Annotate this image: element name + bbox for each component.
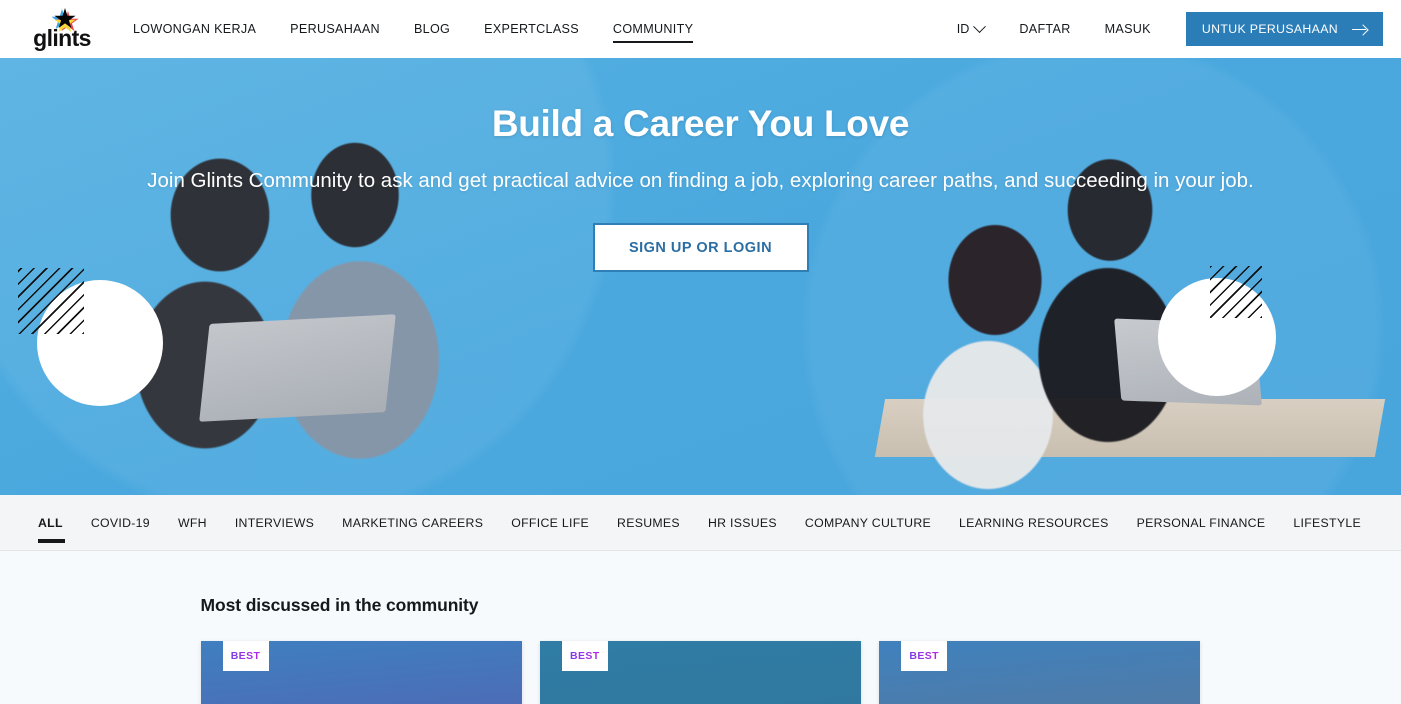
- best-badge: BEST: [222, 641, 269, 671]
- best-badge-label: BEST: [570, 650, 600, 662]
- hero-subtitle: Join Glints Community to ask and get pra…: [147, 169, 1254, 192]
- tab-office-life[interactable]: OFFICE LIFE: [497, 495, 603, 550]
- site-header: glints LOWONGAN KERJA PERUSAHAAN BLOG EX…: [0, 0, 1401, 58]
- best-badge: BEST: [901, 641, 948, 671]
- tab-learning-resources[interactable]: LEARNING RESOURCES: [945, 495, 1123, 550]
- decorative-hatch-top-right: [1210, 266, 1262, 318]
- tab-personal-finance[interactable]: PERSONAL FINANCE: [1123, 495, 1280, 550]
- tab-wfh[interactable]: WFH: [164, 495, 221, 550]
- tab-covid-19[interactable]: COVID-19: [77, 495, 164, 550]
- tab-lifestyle[interactable]: LIFESTYLE: [1279, 495, 1375, 550]
- arrow-right-icon: [1352, 25, 1367, 34]
- tab-company-culture[interactable]: COMPANY CULTURE: [791, 495, 945, 550]
- signup-or-login-button[interactable]: SIGN UP OR LOGIN: [592, 223, 809, 272]
- discussion-card[interactable]: BEST: [539, 641, 862, 704]
- best-badge: BEST: [561, 641, 608, 671]
- tab-resumes[interactable]: RESUMES: [603, 495, 694, 550]
- main-content: Most discussed in the community BEST BES…: [0, 551, 1401, 704]
- nav-item-expertclass[interactable]: EXPERTCLASS: [467, 0, 596, 58]
- section-title: Most discussed in the community: [200, 595, 479, 615]
- hero-banner: Build a Career You Love Join Glints Comm…: [0, 58, 1401, 495]
- discussion-card[interactable]: BEST: [200, 641, 522, 704]
- tab-interviews[interactable]: INTERVIEWS: [221, 495, 328, 550]
- login-link[interactable]: MASUK: [1088, 0, 1168, 58]
- best-badge-label: BEST: [909, 650, 939, 662]
- nav-item-lowongan-kerja[interactable]: LOWONGAN KERJA: [116, 0, 273, 58]
- hero-title: Build a Career You Love: [491, 103, 910, 144]
- language-label: ID: [956, 22, 970, 36]
- glints-logo[interactable]: glints: [30, 8, 94, 50]
- language-selector[interactable]: ID: [939, 19, 1003, 36]
- tab-marketing-careers[interactable]: MARKETING CAREERS: [328, 495, 497, 550]
- star-icon: [49, 8, 79, 33]
- discussion-card[interactable]: BEST: [879, 641, 1201, 704]
- header-actions: ID DAFTAR MASUK UNTUK PERUSAHAAN: [939, 0, 1383, 58]
- decorative-hatch-top-left: [18, 268, 84, 334]
- tab-all[interactable]: ALL: [30, 495, 77, 550]
- hero-content: Build a Career You Love Join Glints Comm…: [0, 58, 1401, 272]
- tab-hr-issues[interactable]: HR ISSUES: [694, 495, 791, 550]
- for-employers-button[interactable]: UNTUK PERUSAHAAN: [1185, 12, 1383, 46]
- chevron-down-icon: [973, 19, 987, 33]
- nav-item-blog[interactable]: BLOG: [397, 0, 467, 58]
- nav-item-perusahaan[interactable]: PERUSAHAAN: [273, 0, 397, 58]
- laptop-graphic-left: [199, 314, 396, 422]
- discussion-card-list: BEST BEST BEST: [200, 641, 1201, 704]
- for-employers-label: UNTUK PERUSAHAAN: [1201, 22, 1338, 36]
- category-tabbar: ALL COVID-19 WFH INTERVIEWS MARKETING CA…: [0, 495, 1401, 551]
- best-badge-label: BEST: [230, 650, 261, 662]
- nav-item-community[interactable]: COMMUNITY: [596, 0, 710, 58]
- primary-navigation: LOWONGAN KERJA PERUSAHAAN BLOG EXPERTCLA…: [116, 0, 710, 58]
- register-link[interactable]: DAFTAR: [1002, 0, 1087, 58]
